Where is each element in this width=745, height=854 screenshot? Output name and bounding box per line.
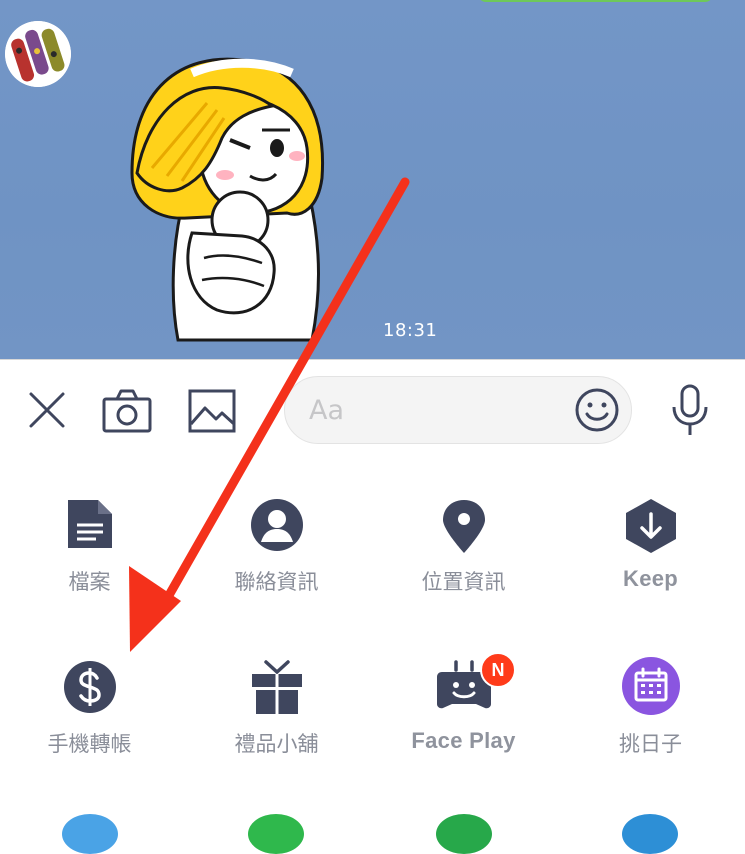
microphone-button[interactable] <box>668 383 712 437</box>
calendar-icon <box>621 657 680 715</box>
menu-item-partial[interactable] <box>248 814 304 854</box>
message-input[interactable] <box>309 389 559 431</box>
gift-icon <box>251 660 302 714</box>
menu-item-keep[interactable]: Keep <box>557 498 744 628</box>
close-button[interactable] <box>26 389 68 431</box>
menu-item-label: Keep <box>623 566 678 591</box>
chat-area: 18:31 <box>0 0 745 359</box>
sent-message-bubble[interactable] <box>478 0 713 2</box>
menu-item-gift-shop[interactable]: 禮品小舖 <box>183 658 370 788</box>
menu-item-label: 聯絡資訊 <box>234 570 319 594</box>
menu-item-contact[interactable]: 聯絡資訊 <box>183 498 370 628</box>
menu-item-label: 檔案 <box>68 570 111 594</box>
sticker-image[interactable] <box>112 48 342 343</box>
menu-item-partial[interactable] <box>622 814 678 854</box>
menu-item-label: 位置資訊 <box>421 570 506 594</box>
camera-button[interactable] <box>102 388 152 434</box>
close-icon <box>29 392 65 428</box>
menu-item-label: 手機轉帳 <box>47 732 132 756</box>
menu-item-location[interactable]: 位置資訊 <box>370 498 557 628</box>
menu-item-file[interactable]: 檔案 <box>0 498 183 628</box>
menu-item-label: Face Play <box>411 728 516 753</box>
message-timestamp: 18:31 <box>383 320 438 341</box>
dollar-icon <box>63 661 116 713</box>
new-badge: N <box>480 652 516 688</box>
contact-icon <box>250 499 303 551</box>
menu-item-partial[interactable] <box>436 814 492 854</box>
menu-item-partial[interactable] <box>62 814 118 854</box>
microphone-icon <box>672 384 708 435</box>
emoji-icon <box>575 388 619 432</box>
divider <box>0 359 745 360</box>
image-icon <box>188 389 236 433</box>
keep-hexagon-icon <box>625 499 676 553</box>
menu-item-pick-date[interactable]: 挑日子 <box>557 657 744 788</box>
avatar[interactable] <box>5 21 71 87</box>
document-icon <box>67 500 112 548</box>
gallery-button[interactable] <box>188 388 236 434</box>
menu-item-face-play[interactable]: N Face Play <box>370 652 557 788</box>
camera-icon <box>102 389 152 433</box>
menu-item-label: 挑日子 <box>619 732 682 756</box>
menu-item-money-transfer[interactable]: 手機轉帳 <box>0 658 183 788</box>
menu-item-label: 禮品小舖 <box>234 732 319 756</box>
message-box[interactable] <box>284 376 632 444</box>
location-pin-icon <box>442 500 485 553</box>
emoji-button[interactable] <box>574 387 620 433</box>
